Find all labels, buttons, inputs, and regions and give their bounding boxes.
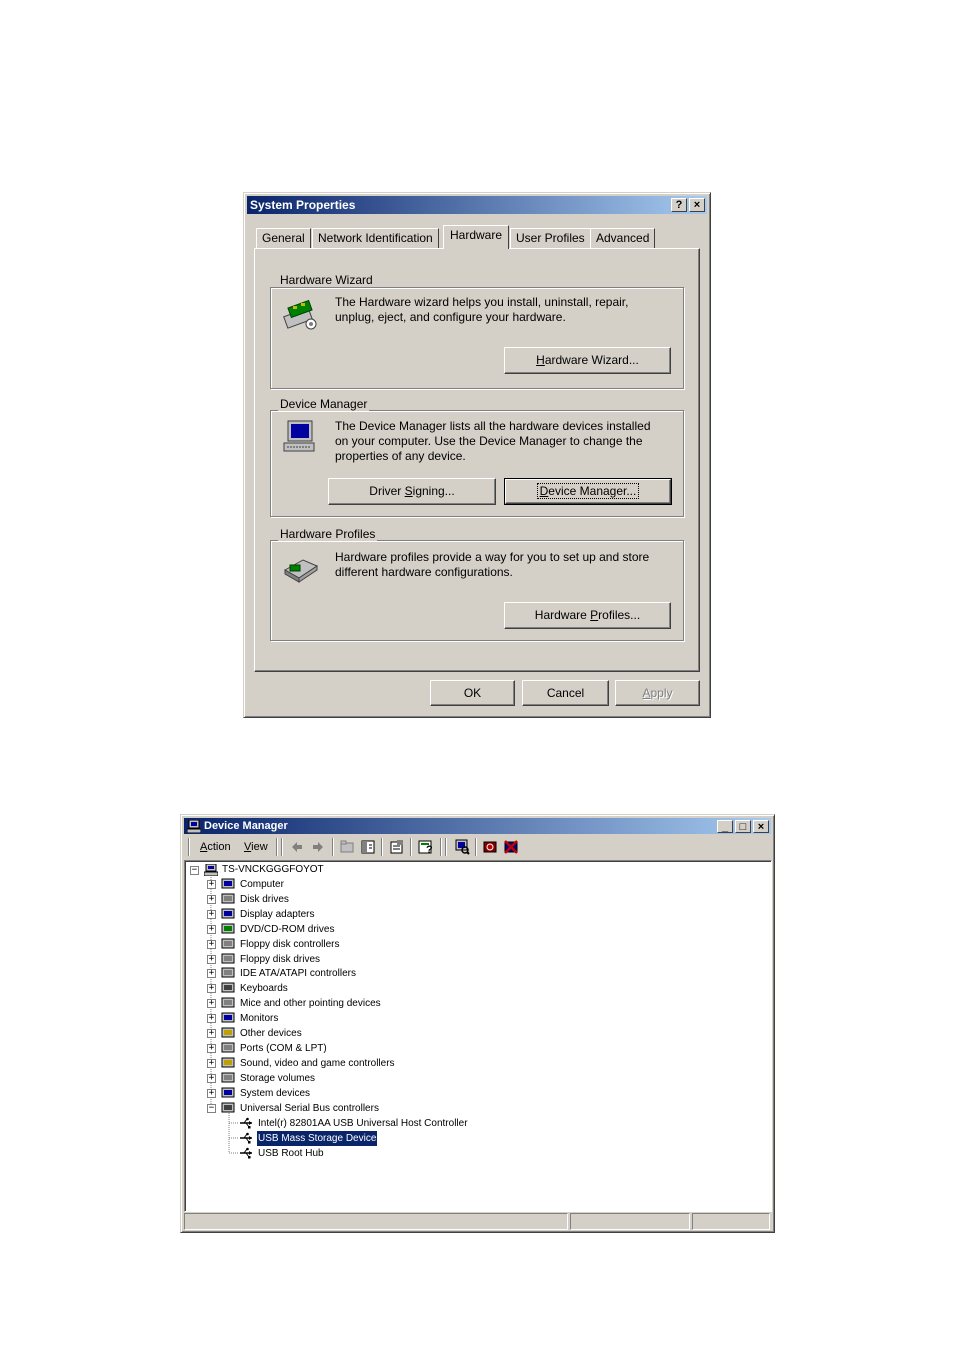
device-category-item[interactable]: Floppy disk drives bbox=[240, 952, 320, 967]
device-category-icon bbox=[221, 1072, 235, 1083]
device-category-icon bbox=[221, 893, 235, 904]
tree-expand-toggle[interactable]: + bbox=[207, 1089, 216, 1098]
tree-expand-toggle[interactable]: + bbox=[207, 1044, 216, 1053]
device-category-icon bbox=[221, 1057, 235, 1068]
device-category-item[interactable]: Display adapters bbox=[240, 907, 314, 922]
device-category-icon bbox=[221, 982, 235, 993]
usb-device-item[interactable]: Intel(r) 82801AA USB Universal Host Cont… bbox=[257, 1116, 469, 1131]
usb-icon bbox=[240, 1117, 252, 1129]
tree-root-label[interactable]: TS-VNCKGGGFOYOT bbox=[222, 862, 324, 877]
device-category-item[interactable]: DVD/CD-ROM drives bbox=[240, 922, 334, 937]
tree-expand-toggle[interactable]: + bbox=[207, 999, 216, 1008]
tree-collapse-toggle[interactable]: − bbox=[207, 1104, 216, 1113]
tree-expand-toggle[interactable]: + bbox=[207, 925, 216, 934]
status-pane-3 bbox=[692, 1213, 770, 1230]
tree-expand-toggle[interactable]: + bbox=[207, 940, 216, 949]
tree-expand-toggle[interactable]: + bbox=[207, 955, 216, 964]
device-category-icon bbox=[221, 908, 235, 919]
device-category-item[interactable]: Universal Serial Bus controllers bbox=[240, 1101, 379, 1116]
device-category-icon bbox=[221, 997, 235, 1008]
tree-expand-toggle[interactable]: + bbox=[207, 1059, 216, 1068]
device-category-item[interactable]: Ports (COM & LPT) bbox=[240, 1041, 327, 1056]
device-category-icon bbox=[221, 878, 235, 889]
device-category-item[interactable]: Monitors bbox=[240, 1011, 278, 1026]
device-category-item[interactable]: IDE ATA/ATAPI controllers bbox=[240, 966, 356, 981]
status-pane-main bbox=[184, 1213, 568, 1230]
usb-icon bbox=[240, 1147, 252, 1159]
device-category-icon bbox=[221, 1087, 235, 1098]
tree-expand-toggle[interactable]: + bbox=[207, 880, 216, 889]
usb-icon bbox=[240, 1132, 252, 1144]
device-category-icon bbox=[221, 1042, 235, 1053]
device-category-icon bbox=[221, 967, 235, 978]
tree-expand-toggle[interactable]: + bbox=[207, 1029, 216, 1038]
device-category-icon bbox=[221, 1027, 235, 1038]
device-category-icon bbox=[221, 938, 235, 949]
device-category-icon bbox=[221, 923, 235, 934]
device-category-item[interactable]: Disk drives bbox=[240, 892, 289, 907]
tree-expand-toggle[interactable]: + bbox=[207, 1074, 216, 1083]
device-category-item[interactable]: Keyboards bbox=[240, 981, 288, 996]
tree-collapse-toggle[interactable]: − bbox=[190, 866, 199, 875]
device-category-item[interactable]: Sound, video and game controllers bbox=[240, 1056, 395, 1071]
computer-icon bbox=[204, 864, 218, 876]
tab-label: Hardware bbox=[450, 228, 503, 242]
device-category-item[interactable]: Floppy disk controllers bbox=[240, 937, 339, 952]
status-pane-2 bbox=[570, 1213, 690, 1230]
tree-expand-toggle[interactable]: + bbox=[207, 1014, 216, 1023]
usb-device-item[interactable]: USB Root Hub bbox=[257, 1146, 325, 1161]
device-category-icon bbox=[221, 1102, 235, 1113]
device-category-icon bbox=[221, 1012, 235, 1023]
device-category-item[interactable]: Storage volumes bbox=[240, 1071, 315, 1086]
device-category-icon bbox=[221, 953, 235, 964]
tree-expand-toggle[interactable]: + bbox=[207, 910, 216, 919]
device-category-item[interactable]: Mice and other pointing devices bbox=[240, 996, 381, 1011]
tree-expand-toggle[interactable]: + bbox=[207, 984, 216, 993]
tab-hardware[interactable]: Hardware bbox=[443, 225, 510, 249]
usb-device-item-selected[interactable]: USB Mass Storage Device bbox=[255, 1130, 379, 1147]
device-category-item[interactable]: System devices bbox=[240, 1086, 310, 1101]
device-category-item[interactable]: Other devices bbox=[240, 1026, 302, 1041]
device-category-item[interactable]: Computer bbox=[240, 877, 284, 892]
tree-connectors bbox=[210, 875, 238, 1154]
tree-expand-toggle[interactable]: + bbox=[207, 895, 216, 904]
tree-expand-toggle[interactable]: + bbox=[207, 969, 216, 978]
